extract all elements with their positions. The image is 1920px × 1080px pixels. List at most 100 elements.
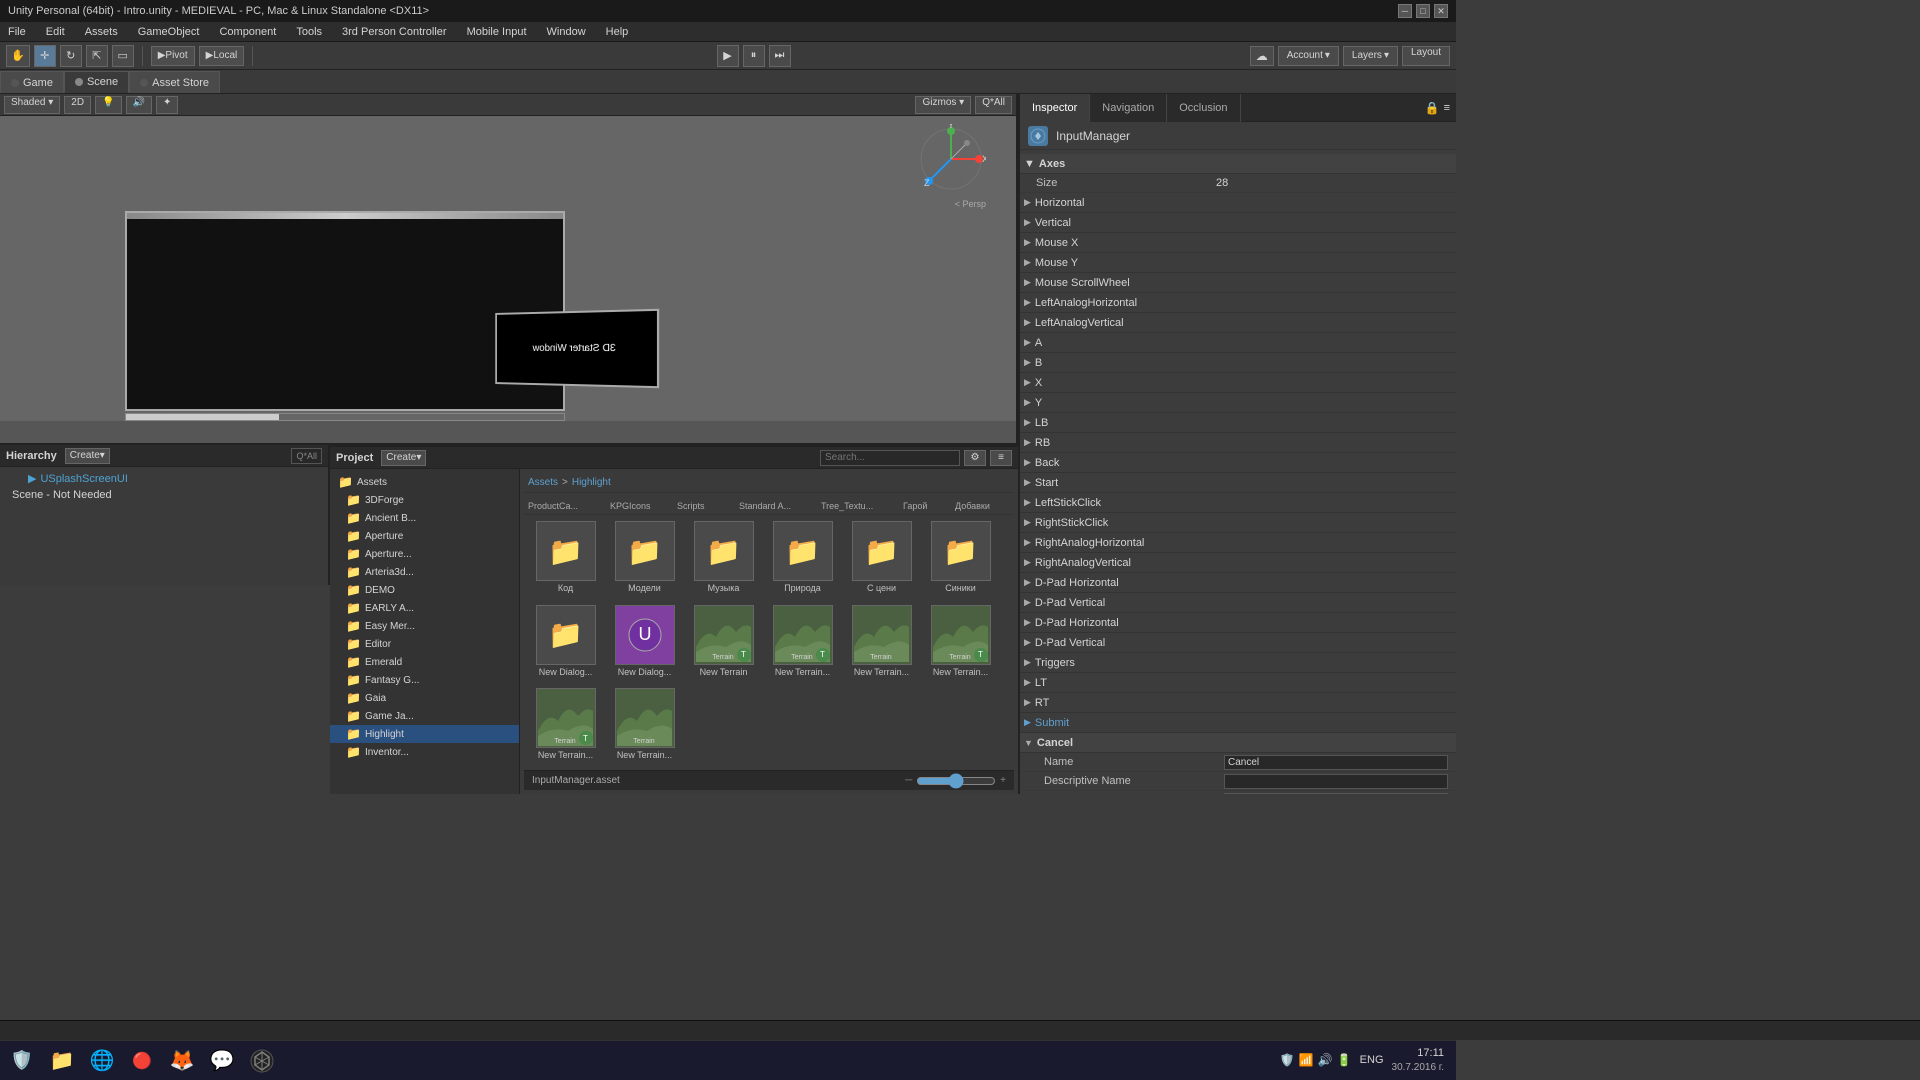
- close-button[interactable]: ✕: [1434, 4, 1448, 18]
- axis-lb[interactable]: ▶ LB: [1020, 413, 1456, 433]
- taskbar-icon-security[interactable]: 🛡️: [4, 1043, 40, 1079]
- folder-editor[interactable]: 📁 Editor: [330, 635, 519, 653]
- axis-rt[interactable]: ▶ RT: [1020, 693, 1456, 713]
- folder-gaia[interactable]: 📁 Gaia: [330, 689, 519, 707]
- asset-terrain-1[interactable]: Terrain T New Terrain: [686, 603, 761, 683]
- menu-3rdperson[interactable]: 3rd Person Controller: [338, 24, 451, 40]
- axis-dpad-v2[interactable]: ▶ D-Pad Vertical: [1020, 633, 1456, 653]
- project-create-button[interactable]: Create ▾: [381, 450, 426, 466]
- asset-zoom-slider[interactable]: [916, 776, 996, 786]
- hierarchy-search[interactable]: Q*All: [291, 448, 322, 464]
- folder-ancient[interactable]: 📁 Ancient B...: [330, 509, 519, 527]
- asset-terrain-5[interactable]: Terrain T New Terrain...: [528, 686, 603, 766]
- folder-highlight[interactable]: 📁 Highlight: [330, 725, 519, 743]
- scale-tool[interactable]: ⇱: [86, 45, 108, 67]
- axis-mouse-x[interactable]: ▶ Mouse X: [1020, 233, 1456, 253]
- axis-mouse-scroll[interactable]: ▶ Mouse ScrollWheel: [1020, 273, 1456, 293]
- tab-navigation[interactable]: Navigation: [1090, 94, 1167, 122]
- project-search-input[interactable]: [820, 450, 960, 466]
- folder-demo[interactable]: 📁 DEMO: [330, 581, 519, 599]
- asset-modeli[interactable]: 📁 Модели: [607, 519, 682, 599]
- menu-component[interactable]: Component: [215, 24, 280, 40]
- cancel-descneg-input[interactable]: [1224, 793, 1448, 795]
- layers-button[interactable]: Layers ▾: [1343, 46, 1398, 66]
- axis-y[interactable]: ▶ Y: [1020, 393, 1456, 413]
- axis-a[interactable]: ▶ A: [1020, 333, 1456, 353]
- axis-right-stick[interactable]: ▶ RightStickClick: [1020, 513, 1456, 533]
- taskbar-icon-red[interactable]: 🔴: [124, 1043, 160, 1079]
- taskbar-icon-folder[interactable]: 📁: [44, 1043, 80, 1079]
- folder-inventor[interactable]: 📁 Inventor...: [330, 743, 519, 761]
- folder-aperture[interactable]: 📁 Aperture: [330, 527, 519, 545]
- effects-button[interactable]: ✦: [156, 96, 178, 114]
- axis-start[interactable]: ▶ Start: [1020, 473, 1456, 493]
- asset-kod[interactable]: 📁 Код: [528, 519, 603, 599]
- axis-left-analog-h[interactable]: ▶ LeftAnalogHorizontal: [1020, 293, 1456, 313]
- search-all-button[interactable]: Q*All: [975, 96, 1012, 114]
- local-button[interactable]: ▶ Local: [199, 46, 245, 66]
- audio-button[interactable]: 🔊: [126, 96, 152, 114]
- hierarchy-item-splash[interactable]: ▶ USplashScreenUI: [8, 471, 320, 486]
- cancel-name-input[interactable]: [1224, 755, 1448, 770]
- tab-game[interactable]: Game: [0, 71, 64, 93]
- menu-help[interactable]: Help: [602, 24, 633, 40]
- taskbar-icon-unity[interactable]: [244, 1043, 280, 1079]
- pivot-button[interactable]: ▶ Pivot: [151, 46, 195, 66]
- layout-button[interactable]: Layout: [1402, 46, 1450, 66]
- axis-dpad-v1[interactable]: ▶ D-Pad Vertical: [1020, 593, 1456, 613]
- pause-button[interactable]: ⏸: [743, 45, 765, 67]
- axis-left-analog-v[interactable]: ▶ LeftAnalogVertical: [1020, 313, 1456, 333]
- play-button[interactable]: ▶: [717, 45, 739, 67]
- 2d-mode-button[interactable]: 2D: [64, 96, 91, 114]
- restore-button[interactable]: □: [1416, 4, 1430, 18]
- axis-right-analog-h[interactable]: ▶ RightAnalogHorizontal: [1020, 533, 1456, 553]
- shaded-mode-button[interactable]: Shaded ▾: [4, 96, 60, 114]
- axis-triggers[interactable]: ▶ Triggers: [1020, 653, 1456, 673]
- asset-terrain-4[interactable]: Terrain T New Terrain...: [923, 603, 998, 683]
- axis-x[interactable]: ▶ X: [1020, 373, 1456, 393]
- axis-vertical[interactable]: ▶ Vertical: [1020, 213, 1456, 233]
- folder-gameja[interactable]: 📁 Game Ja...: [330, 707, 519, 725]
- menu-edit[interactable]: Edit: [42, 24, 69, 40]
- menu-icon[interactable]: ≡: [1444, 102, 1450, 114]
- axes-section-header[interactable]: ▼ Axes: [1020, 154, 1456, 174]
- asset-siniki[interactable]: 📁 Синики: [923, 519, 998, 599]
- folder-emerald[interactable]: 📁 Emerald: [330, 653, 519, 671]
- tab-asset-store[interactable]: Asset Store: [129, 71, 220, 93]
- account-button[interactable]: Account ▾: [1278, 46, 1339, 66]
- folder-early[interactable]: 📁 EARLY A...: [330, 599, 519, 617]
- axis-submit[interactable]: ▶ Submit: [1020, 713, 1456, 733]
- hierarchy-item-scene[interactable]: Scene - Not Needed: [8, 488, 320, 502]
- move-tool[interactable]: ✛: [34, 45, 56, 67]
- axis-right-analog-v[interactable]: ▶ RightAnalogVertical: [1020, 553, 1456, 573]
- asset-sceni[interactable]: 📁 С цени: [844, 519, 919, 599]
- asset-terrain-3[interactable]: Terrain New Terrain...: [844, 603, 919, 683]
- axis-dpad-h1[interactable]: ▶ D-Pad Horizontal: [1020, 573, 1456, 593]
- folder-assets[interactable]: 📁 Assets: [330, 473, 519, 491]
- folder-arteria[interactable]: 📁 Arteria3d...: [330, 563, 519, 581]
- cancel-descname-input[interactable]: [1224, 774, 1448, 789]
- axis-mouse-y[interactable]: ▶ Mouse Y: [1020, 253, 1456, 273]
- taskbar-icon-chat[interactable]: 💬: [204, 1043, 240, 1079]
- asset-new-dialog-folder[interactable]: 📁 New Dialog...: [528, 603, 603, 683]
- project-toggle-btn[interactable]: ≡: [990, 450, 1012, 466]
- menu-window[interactable]: Window: [543, 24, 590, 40]
- tab-occlusion[interactable]: Occlusion: [1167, 94, 1240, 122]
- folder-3dforge[interactable]: 📁 3DForge: [330, 491, 519, 509]
- taskbar-icon-firefox[interactable]: 🦊: [164, 1043, 200, 1079]
- cloud-button[interactable]: ☁: [1250, 46, 1274, 66]
- gizmos-button[interactable]: Gizmos ▾: [915, 96, 971, 114]
- rotate-tool[interactable]: ↻: [60, 45, 82, 67]
- menu-gameobject[interactable]: GameObject: [134, 24, 204, 40]
- axis-horizontal[interactable]: ▶ Horizontal: [1020, 193, 1456, 213]
- rect-tool[interactable]: ▭: [112, 45, 134, 67]
- taskbar-icon-chrome[interactable]: 🌐: [84, 1043, 120, 1079]
- asset-new-dialog-asset[interactable]: U New Dialog...: [607, 603, 682, 683]
- asset-terrain-6[interactable]: Terrain New Terrain...: [607, 686, 682, 766]
- hand-tool[interactable]: ✋: [6, 45, 30, 67]
- menu-tools[interactable]: Tools: [292, 24, 326, 40]
- folder-easy-mer[interactable]: 📁 Easy Mer...: [330, 617, 519, 635]
- asset-muzyka[interactable]: 📁 Музыка: [686, 519, 761, 599]
- axis-b[interactable]: ▶ B: [1020, 353, 1456, 373]
- axis-back[interactable]: ▶ Back: [1020, 453, 1456, 473]
